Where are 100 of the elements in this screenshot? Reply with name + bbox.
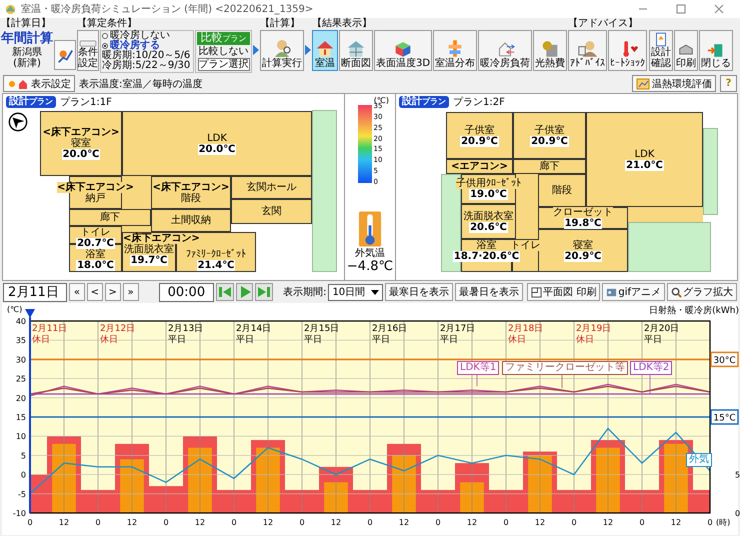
x-tick-label: 0	[367, 518, 373, 527]
nav-button[interactable]: >	[104, 283, 121, 301]
nav-button[interactable]: »	[122, 283, 139, 301]
result-view-button[interactable]: 光熱費	[533, 30, 568, 71]
picture-icon	[606, 286, 618, 298]
load-tick-label: 5	[735, 470, 740, 480]
compare-option: 比較しない	[198, 46, 248, 57]
nav-button[interactable]: <	[86, 283, 103, 301]
period-select[interactable]: 10日間	[328, 284, 384, 300]
group-heading: 【結果表示】	[312, 18, 373, 30]
room-name: LDK	[207, 132, 227, 144]
result-view-button[interactable]: 室温分布	[433, 30, 478, 71]
step-back-button[interactable]	[216, 283, 234, 301]
house-icon	[314, 39, 336, 58]
day-label: 2月12日 休日	[100, 324, 136, 345]
print-plan-button[interactable]: 平面図 印刷	[527, 283, 600, 301]
result-view-button[interactable]: 表面温度3D	[374, 30, 432, 71]
room-name: 子供室	[464, 124, 494, 136]
graph-zoom-button[interactable]: グラフ拡大	[667, 283, 738, 301]
result-view-button[interactable]: 断面図	[339, 30, 373, 71]
plan-badge: 設計プラン	[399, 96, 449, 108]
person-icon	[576, 39, 599, 58]
room-name: 洗面脱衣室	[464, 210, 514, 222]
aircon-label: <エアコン>	[451, 161, 508, 172]
x-tick-label: 0	[95, 518, 101, 527]
load-axis-label: 日射熱・暖冷房(kWh)	[649, 306, 739, 316]
series-label: 外気	[686, 453, 712, 467]
tool-button[interactable]: 閉じる	[699, 30, 734, 71]
room-name: 子供用ｸﾛｰｾﾞｯﾄ	[456, 178, 521, 189]
y-tick-label: 0	[20, 470, 26, 480]
radio-option[interactable]: 暖冷房しない	[102, 31, 192, 41]
room-temperature: 20.0℃	[198, 144, 236, 154]
run-calculation-button[interactable]: 計算実行	[260, 30, 304, 71]
display-settings-button[interactable]: 表示設定	[3, 75, 75, 92]
search-icon	[671, 286, 682, 298]
x-tick-label: 12	[534, 518, 546, 527]
cooling-period: 冷房期:5/22～9/30	[102, 61, 192, 71]
tool-button[interactable]: 印刷	[674, 30, 698, 71]
outdoor-temp-value: −4.8℃	[346, 260, 394, 274]
x-tick-label: 12	[194, 518, 206, 527]
close-icon[interactable]	[714, 4, 724, 14]
x-tick-label: 0	[707, 518, 713, 527]
series-label: LDK等2	[630, 361, 672, 375]
aircon-label: <床下エアコン>	[123, 233, 200, 244]
leader-line	[476, 374, 478, 387]
room-temperature: 19.7℃	[130, 255, 168, 266]
thermal-evaluation-button[interactable]: 温熱環境評価	[632, 75, 716, 92]
advice-button[interactable]: ﾋｰﾄｼｮｯｸ	[608, 30, 648, 71]
room-name: 浴室	[86, 249, 106, 260]
room-name: クローゼット	[553, 207, 613, 218]
series-label: ファミリークローゼット等	[502, 361, 628, 375]
x-tick-label: 0	[571, 518, 577, 527]
conditions-button[interactable]: 条件 設定	[77, 30, 99, 71]
x-tick-label: 0	[639, 518, 645, 527]
display-temperature-label: 表示温度:室温／毎時の温度	[79, 78, 202, 90]
room-temperature: 18.0℃	[76, 260, 115, 271]
maximize-icon[interactable]	[676, 4, 686, 14]
region-label: 新潟県	[12, 47, 42, 58]
x-axis-label: (時)	[716, 518, 730, 527]
date-field[interactable]: 2月11日	[3, 282, 67, 302]
step-forward-button[interactable]	[255, 283, 274, 301]
load-tick-label: 0	[735, 509, 740, 518]
x-tick-label: 12	[670, 518, 682, 527]
series-label: LDK等1	[457, 361, 500, 375]
plan-badge: 設計プラン	[6, 96, 56, 108]
group-heading: 【計算日】	[1, 18, 52, 30]
compass-icon	[8, 112, 28, 132]
nav-button[interactable]: «	[68, 283, 85, 301]
day-label: 2月20日 平日	[644, 324, 680, 345]
hottest-day-button[interactable]: 最暑日を表示	[455, 283, 524, 301]
x-tick-label: 0	[435, 518, 441, 527]
coldest-day-button[interactable]: 最寒日を表示	[385, 283, 454, 301]
room-temperature: 20.9℃	[564, 250, 602, 262]
x-tick-label: 12	[466, 518, 478, 527]
y-tick-label: 10	[16, 432, 26, 442]
tool-button[interactable]: 設計 確認	[649, 30, 674, 71]
result-view-button[interactable]: 室温	[312, 30, 338, 71]
radio-option[interactable]: 暖冷房する	[102, 41, 192, 51]
weather-button[interactable]	[54, 40, 76, 70]
play-button[interactable]	[236, 283, 254, 301]
gif-animation-button[interactable]: gifアニメ	[602, 283, 666, 301]
compare-plan-label: 比較プラン	[197, 32, 250, 45]
thermometer-icon	[358, 210, 382, 248]
room-temperature: 21.0℃	[625, 160, 664, 170]
room-name: 寝室	[71, 138, 91, 149]
room-name: 廊下	[540, 161, 560, 172]
y-tick-label: 25	[16, 374, 26, 384]
y-tick-label: 40	[16, 317, 26, 326]
advice-button[interactable]: ｱﾄﾞﾊﾞｲｽ	[568, 30, 608, 71]
x-tick-label: 0	[163, 518, 169, 527]
reference-label: 15°C	[713, 414, 736, 424]
day-label: 2月15日 平日	[304, 324, 340, 345]
result-view-button[interactable]: 暖冷房負荷	[478, 30, 532, 71]
reference-label: 30°C	[713, 356, 736, 366]
load-bar	[392, 455, 416, 513]
y-axis-label: (℃)	[7, 305, 22, 314]
room-temperature: 19.8℃	[564, 218, 602, 229]
time-field[interactable]: 00:00	[158, 282, 214, 302]
plan-select-button[interactable]: プラン選択	[198, 58, 250, 71]
room-name: 寝室	[573, 240, 593, 250]
